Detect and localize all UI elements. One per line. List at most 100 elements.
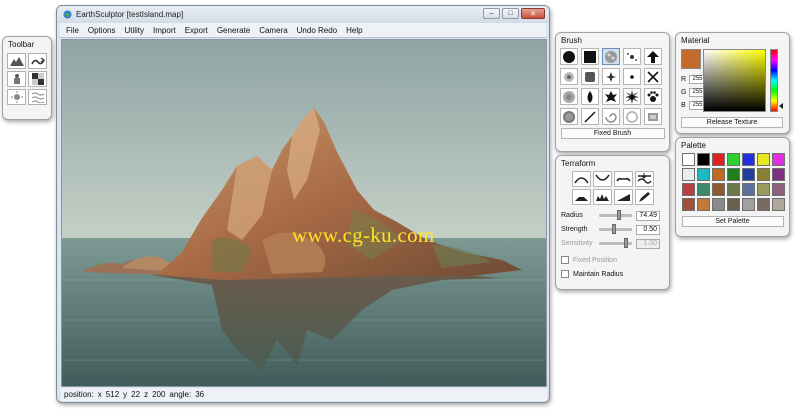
menu-export[interactable]: Export bbox=[185, 26, 208, 35]
menu-camera[interactable]: Camera bbox=[259, 26, 287, 35]
flatten-tool-button[interactable] bbox=[614, 171, 633, 187]
hue-slider[interactable] bbox=[770, 49, 778, 112]
palette-swatch[interactable] bbox=[742, 168, 755, 181]
material-swatch[interactable] bbox=[681, 49, 701, 69]
brush-option[interactable] bbox=[644, 48, 662, 65]
menu-import[interactable]: Import bbox=[153, 26, 176, 35]
brush-option[interactable] bbox=[644, 108, 662, 125]
palette-swatch[interactable] bbox=[757, 183, 770, 196]
slider-track[interactable] bbox=[599, 210, 632, 220]
slider-value[interactable]: 0.50 bbox=[636, 224, 660, 235]
ramp-tool-button[interactable] bbox=[614, 189, 633, 205]
palette-swatch[interactable] bbox=[727, 198, 740, 211]
palette-swatch[interactable] bbox=[757, 153, 770, 166]
palette-swatch[interactable] bbox=[757, 168, 770, 181]
hue-marker-icon[interactable] bbox=[779, 103, 783, 109]
palette-swatch[interactable] bbox=[697, 153, 710, 166]
slider-track[interactable] bbox=[599, 224, 632, 234]
grain-brush-icon bbox=[563, 110, 575, 123]
palette-swatch[interactable] bbox=[742, 198, 755, 211]
palette-swatch[interactable] bbox=[712, 198, 725, 211]
close-button[interactable]: ✕ bbox=[521, 8, 545, 19]
lighting-tool-button[interactable] bbox=[7, 89, 26, 105]
palette-swatch[interactable] bbox=[682, 198, 695, 211]
fixed-brush-button[interactable]: Fixed Brush bbox=[560, 128, 665, 139]
texture-tool-button[interactable] bbox=[28, 71, 47, 87]
ramp-icon bbox=[617, 194, 630, 201]
palette-swatch[interactable] bbox=[682, 183, 695, 196]
dot-brush-icon bbox=[630, 74, 634, 79]
brush-option[interactable] bbox=[581, 68, 599, 85]
lower-tool-button[interactable] bbox=[593, 171, 612, 187]
set-palette-button[interactable]: Set Palette bbox=[681, 216, 784, 227]
hill-tool-button[interactable] bbox=[572, 189, 591, 205]
spray-brush-icon bbox=[627, 52, 637, 61]
brush-option[interactable] bbox=[560, 88, 578, 105]
minimize-button[interactable]: – bbox=[483, 8, 500, 19]
menu-help[interactable]: Help bbox=[346, 26, 362, 35]
brush-option[interactable] bbox=[602, 88, 620, 105]
palette-swatch[interactable] bbox=[712, 183, 725, 196]
brush-option[interactable] bbox=[581, 108, 599, 125]
menu-utility[interactable]: Utility bbox=[124, 26, 144, 35]
brush-option[interactable] bbox=[623, 88, 641, 105]
palette-swatch[interactable] bbox=[727, 168, 740, 181]
brush-option[interactable] bbox=[602, 68, 620, 85]
brush-option[interactable] bbox=[623, 108, 641, 125]
checkbox[interactable] bbox=[561, 270, 569, 278]
terrain-tool-button[interactable] bbox=[7, 53, 26, 69]
palette-swatch[interactable] bbox=[742, 183, 755, 196]
palette-swatch[interactable] bbox=[772, 168, 785, 181]
palette-swatch[interactable] bbox=[727, 183, 740, 196]
release-texture-button[interactable]: Release Texture bbox=[681, 117, 783, 128]
palette-swatch[interactable] bbox=[772, 198, 785, 211]
menu-file[interactable]: File bbox=[66, 26, 79, 35]
title-bar[interactable]: EarthSculptor [testIsland.map] – □ ✕ bbox=[57, 6, 549, 23]
palette-swatch[interactable] bbox=[757, 198, 770, 211]
maximize-button[interactable]: □ bbox=[502, 8, 519, 19]
smooth-tool-button[interactable] bbox=[635, 171, 654, 187]
brush-option[interactable] bbox=[623, 68, 641, 85]
brush-option[interactable] bbox=[581, 48, 599, 65]
pencil-tool-button[interactable] bbox=[635, 189, 654, 205]
saturation-value-picker[interactable] bbox=[703, 49, 766, 112]
terrain-viewport[interactable]: www.cg-ku.com bbox=[61, 39, 547, 387]
palette-swatch[interactable] bbox=[682, 168, 695, 181]
brush-option[interactable] bbox=[644, 88, 662, 105]
blur-circle-brush-icon bbox=[563, 90, 575, 103]
palette-swatch[interactable] bbox=[772, 153, 785, 166]
brush-option[interactable] bbox=[644, 68, 662, 85]
menu-undo-redo[interactable]: Undo Redo bbox=[297, 26, 337, 35]
checkbox-label: Fixed Position bbox=[573, 256, 617, 264]
menu-options[interactable]: Options bbox=[88, 26, 116, 35]
brush-option[interactable] bbox=[602, 108, 620, 125]
slider-thumb[interactable] bbox=[612, 224, 616, 234]
slider-label: Radius bbox=[561, 212, 583, 219]
circle-brush-icon bbox=[563, 50, 575, 63]
palette-swatch[interactable] bbox=[772, 183, 785, 196]
brush-option[interactable] bbox=[560, 68, 578, 85]
brush-option[interactable] bbox=[560, 48, 578, 65]
palette-swatch[interactable] bbox=[712, 168, 725, 181]
palette-swatch[interactable] bbox=[697, 168, 710, 181]
brush-option[interactable] bbox=[623, 48, 641, 65]
slider-thumb[interactable] bbox=[617, 210, 621, 220]
raise-tool-button[interactable] bbox=[572, 171, 591, 187]
terrain-render bbox=[62, 40, 546, 386]
slider-value[interactable]: 74.49 bbox=[636, 210, 660, 221]
object-tool-button[interactable] bbox=[7, 71, 26, 87]
palette-swatch[interactable] bbox=[727, 153, 740, 166]
palette-swatch[interactable] bbox=[682, 153, 695, 166]
ring-brush-icon bbox=[626, 110, 638, 123]
wave-arrow-tool-button[interactable] bbox=[28, 53, 47, 69]
palette-swatch[interactable] bbox=[742, 153, 755, 166]
water-tool-button[interactable] bbox=[28, 89, 47, 105]
palette-swatch[interactable] bbox=[712, 153, 725, 166]
menu-generate[interactable]: Generate bbox=[217, 26, 250, 35]
palette-swatch[interactable] bbox=[697, 198, 710, 211]
erode-tool-button[interactable] bbox=[593, 189, 612, 205]
brush-option[interactable] bbox=[560, 108, 578, 125]
brush-option[interactable] bbox=[581, 88, 599, 105]
palette-swatch[interactable] bbox=[697, 183, 710, 196]
brush-option[interactable] bbox=[602, 48, 620, 65]
